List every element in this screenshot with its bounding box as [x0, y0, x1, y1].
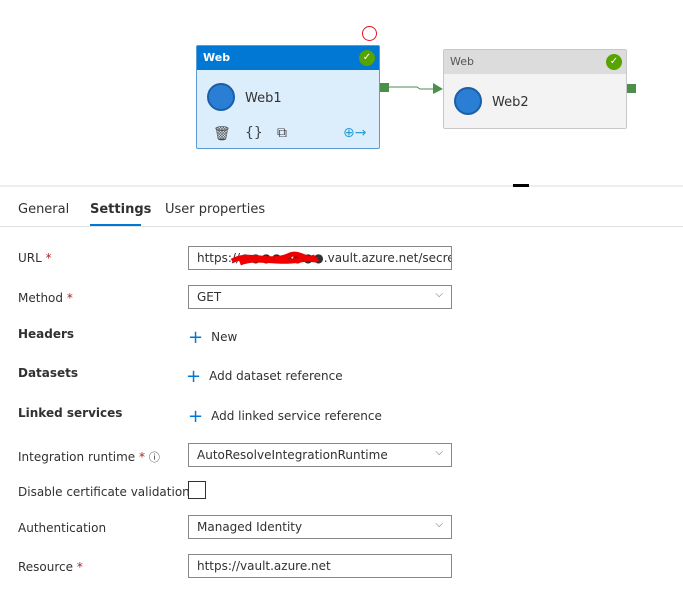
authentication-select[interactable]: Managed Identity ⌵ — [188, 515, 452, 539]
activity-header: Web ✓ — [444, 50, 626, 74]
authentication-value: Managed Identity — [197, 520, 303, 534]
datasets-label: Datasets — [18, 366, 79, 380]
resource-input[interactable]: https://vault.azure.net — [188, 554, 452, 578]
chevron-down-icon: ⌵ — [435, 447, 443, 458]
delete-icon[interactable]: 🗑 — [213, 126, 231, 142]
method-label: Method * — [18, 291, 73, 305]
success-check-icon: ✓ — [359, 50, 375, 66]
tab-general[interactable]: General — [18, 202, 69, 217]
globe-icon — [207, 83, 235, 111]
output-port[interactable] — [380, 83, 389, 92]
url-input[interactable]: https://●●●●●●●●.vault.azure.net/secrets — [188, 246, 452, 270]
tabs-divider — [0, 226, 683, 227]
copy-icon[interactable]: ⧉ — [277, 125, 287, 141]
globe-icon — [454, 87, 482, 115]
tab-user-properties[interactable]: User properties — [165, 202, 265, 217]
resize-handle[interactable] — [513, 184, 529, 187]
method-value: GET — [197, 290, 222, 304]
disable-cert-checkbox[interactable] — [188, 481, 206, 499]
connector-arrow — [389, 83, 443, 94]
activity-web1[interactable]: Web ✓ Web1 🗑 {} ⧉ ⊕→ — [196, 45, 380, 149]
activity-name: Web1 — [245, 91, 282, 106]
activity-web2[interactable]: Web ✓ Web2 — [443, 49, 627, 129]
success-check-icon: ✓ — [606, 54, 622, 70]
info-icon: ⓘ — [148, 451, 160, 464]
add-dataset-button[interactable]: + Add dataset reference — [186, 366, 343, 387]
activity-name: Web2 — [492, 95, 529, 110]
chevron-down-icon: ⌵ — [435, 519, 443, 530]
integration-runtime-value: AutoResolveIntegrationRuntime — [197, 448, 388, 462]
new-header-button[interactable]: + New — [188, 327, 237, 348]
tab-settings[interactable]: Settings — [90, 202, 151, 217]
code-icon[interactable]: {} — [245, 125, 263, 141]
output-port[interactable] — [627, 84, 636, 93]
linked-services-label: Linked services — [18, 406, 123, 420]
add-output-icon[interactable]: ⊕→ — [343, 125, 366, 141]
disable-cert-label: Disable certificate validation — [18, 485, 190, 499]
integration-runtime-label: Integration runtime * ⓘ — [18, 450, 160, 464]
chevron-down-icon: ⌵ — [435, 289, 443, 300]
plus-icon: + — [186, 366, 202, 387]
activity-type: Web — [203, 51, 231, 64]
plus-icon: + — [188, 327, 204, 348]
authentication-label: Authentication — [18, 521, 107, 535]
add-linked-service-button[interactable]: + Add linked service reference — [188, 406, 382, 427]
error-indicator-circle — [362, 26, 377, 41]
url-label: URL * — [18, 251, 52, 265]
method-select[interactable]: GET ⌵ — [188, 285, 452, 309]
activity-header: Web ✓ — [197, 46, 379, 70]
panel-divider[interactable] — [0, 185, 683, 187]
activity-type: Web — [450, 55, 474, 68]
resource-label: Resource * — [18, 560, 83, 574]
integration-runtime-select[interactable]: AutoResolveIntegrationRuntime ⌵ — [188, 443, 452, 467]
redaction-scribble — [230, 251, 320, 266]
headers-label: Headers — [18, 327, 75, 341]
plus-icon: + — [188, 406, 204, 427]
